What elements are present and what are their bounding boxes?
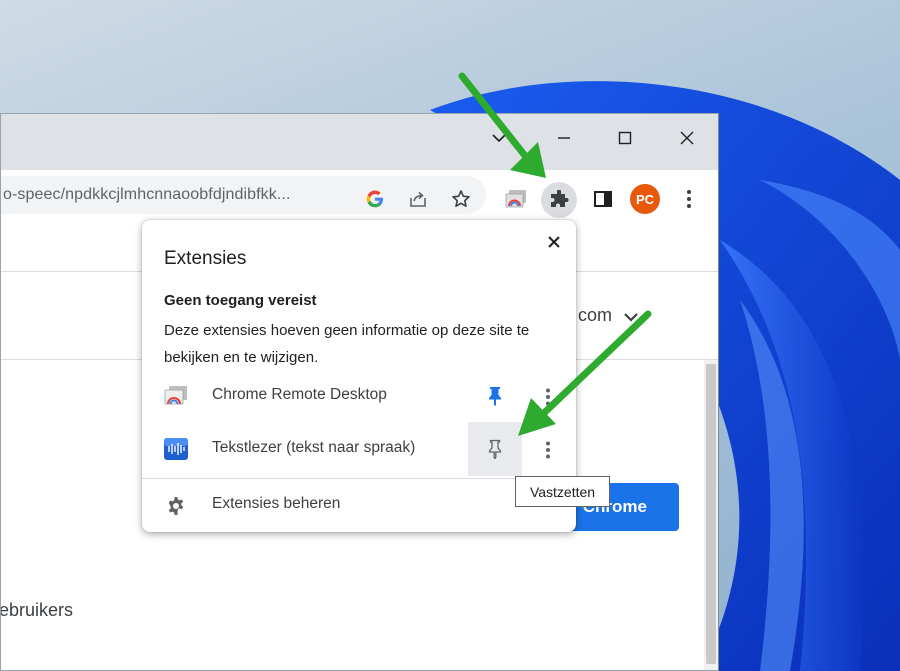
side-panel-button[interactable] bbox=[591, 187, 615, 211]
extension-row-tekstlezer[interactable]: Tekstlezer (tekst naar spraak) bbox=[142, 422, 576, 476]
chrome-remote-desktop-toolbar-button[interactable] bbox=[503, 187, 529, 211]
popup-title: Extensies bbox=[164, 248, 247, 269]
profile-avatar[interactable]: PC bbox=[630, 184, 660, 214]
google-g-icon bbox=[366, 190, 383, 208]
extension-row-chrome-remote-desktop[interactable]: Chrome Remote Desktop bbox=[142, 372, 576, 420]
users-count-text: ebruikers bbox=[0, 600, 74, 620]
share-icon bbox=[410, 191, 426, 207]
bookmark-button[interactable] bbox=[449, 187, 473, 211]
profile-initials: PC bbox=[635, 191, 655, 207]
more-vert-icon bbox=[546, 388, 550, 406]
section-heading: Geen toegang vereist bbox=[164, 292, 317, 309]
extension-more-button[interactable] bbox=[534, 382, 562, 412]
chrome-remote-desktop-icon bbox=[505, 190, 526, 208]
account-domain-text: com bbox=[578, 305, 613, 325]
chevron-down-icon bbox=[624, 313, 638, 322]
extensions-button[interactable] bbox=[541, 182, 577, 218]
chrome-remote-desktop-icon bbox=[164, 386, 187, 405]
pin-button[interactable] bbox=[468, 422, 522, 476]
puzzle-piece-icon bbox=[551, 190, 569, 207]
extension-name: Chrome Remote Desktop bbox=[212, 386, 387, 403]
minimize-icon bbox=[558, 137, 570, 139]
close-window-button[interactable] bbox=[672, 126, 702, 150]
extensions-popup: Extensies Geen toegang vereist Deze exte… bbox=[142, 220, 576, 532]
maximize-button[interactable] bbox=[610, 126, 640, 150]
pin-outline-icon bbox=[488, 439, 502, 459]
chevron-down-icon bbox=[492, 134, 506, 143]
chrome-menu-button[interactable] bbox=[677, 187, 701, 211]
gear-icon bbox=[168, 497, 184, 515]
url-text[interactable]: o-speec/npdkkcjlmhcnnaoobfdjndibfkk... bbox=[3, 186, 291, 204]
more-vert-icon bbox=[687, 190, 691, 208]
close-icon bbox=[680, 131, 694, 145]
more-vert-icon bbox=[546, 441, 550, 459]
pin-button[interactable] bbox=[468, 369, 522, 423]
close-icon bbox=[548, 236, 560, 248]
text-reader-icon bbox=[164, 438, 188, 460]
minimize-button[interactable] bbox=[549, 126, 579, 150]
browser-toolbar: o-speec/npdkkcjlmhcnnaoobfdjndibfkk... P… bbox=[1, 170, 718, 218]
section-description: Deze extensies hoeven geen informatie op… bbox=[164, 322, 530, 366]
pin-filled-icon bbox=[489, 387, 501, 406]
share-button[interactable] bbox=[406, 187, 430, 211]
extension-name: Tekstlezer (tekst naar spraak) bbox=[212, 439, 416, 456]
account-dropdown-toggle[interactable] bbox=[621, 309, 641, 325]
manage-extensions-label: Extensies beheren bbox=[212, 495, 341, 512]
popup-close-button[interactable] bbox=[542, 230, 566, 254]
tab-search-button[interactable] bbox=[484, 126, 514, 150]
extension-more-button[interactable] bbox=[534, 435, 562, 465]
star-icon bbox=[452, 190, 470, 207]
title-bar bbox=[1, 114, 718, 170]
tooltip-text: Vastzetten bbox=[529, 483, 596, 500]
manage-extensions-item[interactable]: Extensies beheren bbox=[142, 482, 576, 528]
maximize-icon bbox=[618, 131, 632, 145]
google-lens-button[interactable] bbox=[363, 187, 387, 211]
side-panel-icon bbox=[594, 191, 612, 207]
pin-tooltip: Vastzetten bbox=[515, 476, 610, 507]
scrollbar-thumb[interactable] bbox=[706, 364, 716, 664]
popup-divider bbox=[142, 478, 576, 479]
